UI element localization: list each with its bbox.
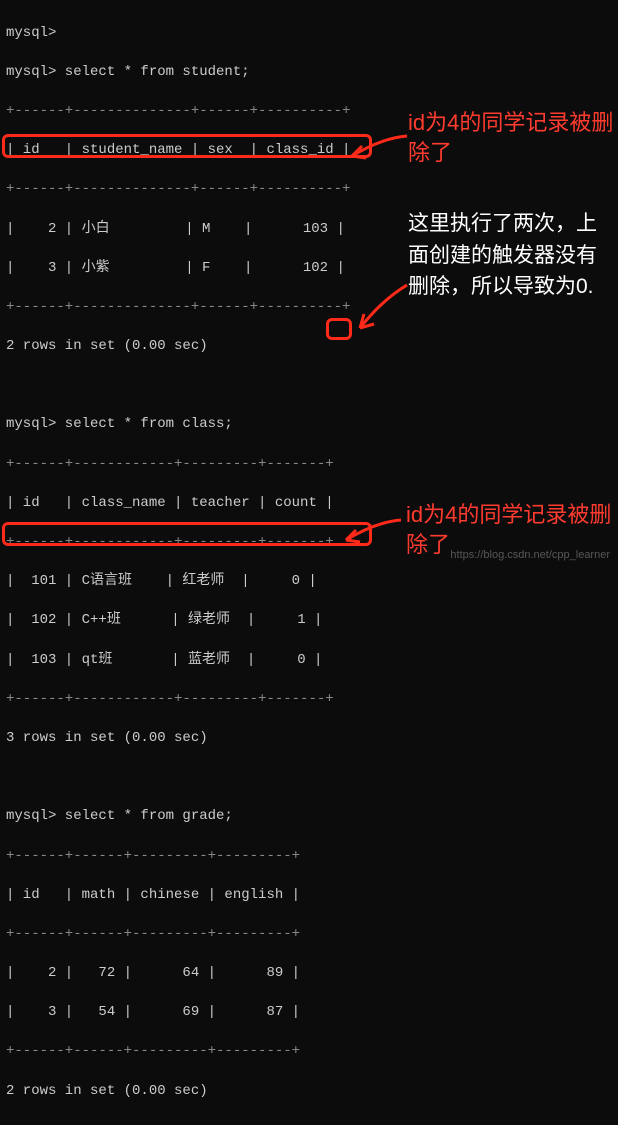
class-row-2: | 102 | C++班 | 绿老师 | 1 | — [6, 611, 612, 631]
grade-row-2: | 3 | 54 | 69 | 87 | — [6, 1003, 612, 1023]
grade-header: | id | math | chinese | english | — [6, 886, 612, 906]
grade-sep-top: +------+------+---------+---------+ — [6, 847, 612, 867]
class-row-1: | 101 | C语言班 | 红老师 | 0 | — [6, 572, 612, 592]
mysql-prompt-student[interactable]: mysql> select * from student; — [6, 63, 612, 83]
grade-row-1: | 2 | 72 | 64 | 89 | — [6, 964, 612, 984]
annotation-executed-twice: 这里执行了两次，上面创建的触发器没有删除，所以导致为0. — [408, 208, 608, 303]
mysql-prompt-empty[interactable]: mysql> — [6, 24, 612, 44]
class-sep-bot: +------+------------+---------+-------+ — [6, 690, 612, 710]
mysql-prompt-grade[interactable]: mysql> select * from grade; — [6, 807, 612, 827]
student-sep-mid: +------+--------------+------+----------… — [6, 180, 612, 200]
arrow-to-student-box — [342, 128, 412, 168]
watermark-text: https://blog.csdn.net/cpp_learner — [450, 548, 610, 563]
class-footer: 3 rows in set (0.00 sec) — [6, 729, 612, 749]
grade-sep-mid: +------+------+---------+---------+ — [6, 925, 612, 945]
class-row-3: | 103 | qt班 | 蓝老师 | 0 | — [6, 651, 612, 671]
annotation-student-deleted: id为4的同学记录被删除了 — [408, 108, 618, 167]
class-sep-top: +------+------------+---------+-------+ — [6, 455, 612, 475]
arrow-to-class-count — [352, 280, 412, 340]
highlight-box-grade-deleted — [2, 522, 372, 546]
student-footer: 2 rows in set (0.00 sec) — [6, 337, 612, 357]
highlight-box-student-deleted — [2, 134, 372, 158]
highlight-box-class-count-zero — [326, 318, 352, 340]
arrow-to-grade-box — [336, 512, 406, 552]
grade-footer: 2 rows in set (0.00 sec) — [6, 1082, 612, 1102]
grade-sep-bot: +------+------+---------+---------+ — [6, 1042, 612, 1062]
mysql-prompt-class[interactable]: mysql> select * from class; — [6, 415, 612, 435]
